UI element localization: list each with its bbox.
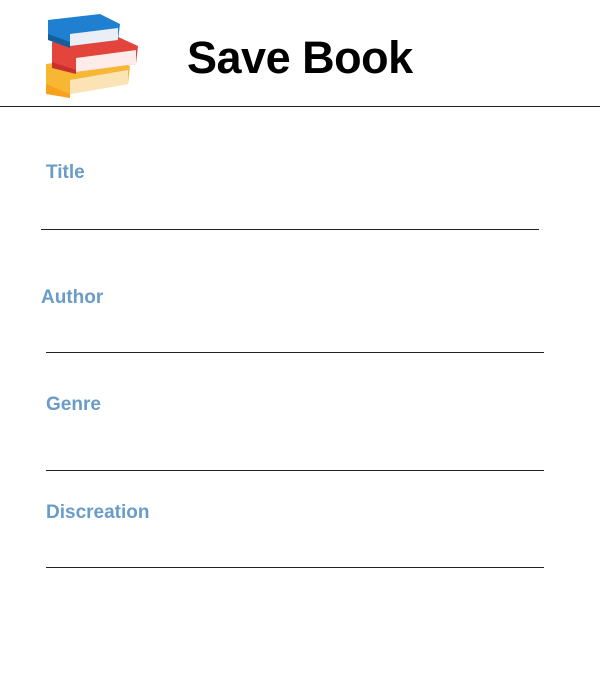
title-input[interactable] (41, 199, 539, 230)
title-label: Title (46, 162, 85, 183)
author-input[interactable] (46, 322, 544, 353)
page-title: Save Book (187, 32, 413, 83)
books-stack-icon (46, 14, 138, 98)
description-input[interactable] (46, 537, 544, 568)
genre-label: Genre (46, 394, 101, 415)
description-label: Discreation (46, 502, 150, 523)
genre-input[interactable] (46, 440, 544, 471)
header: Save Book (0, 0, 600, 107)
author-label: Author (41, 287, 104, 308)
